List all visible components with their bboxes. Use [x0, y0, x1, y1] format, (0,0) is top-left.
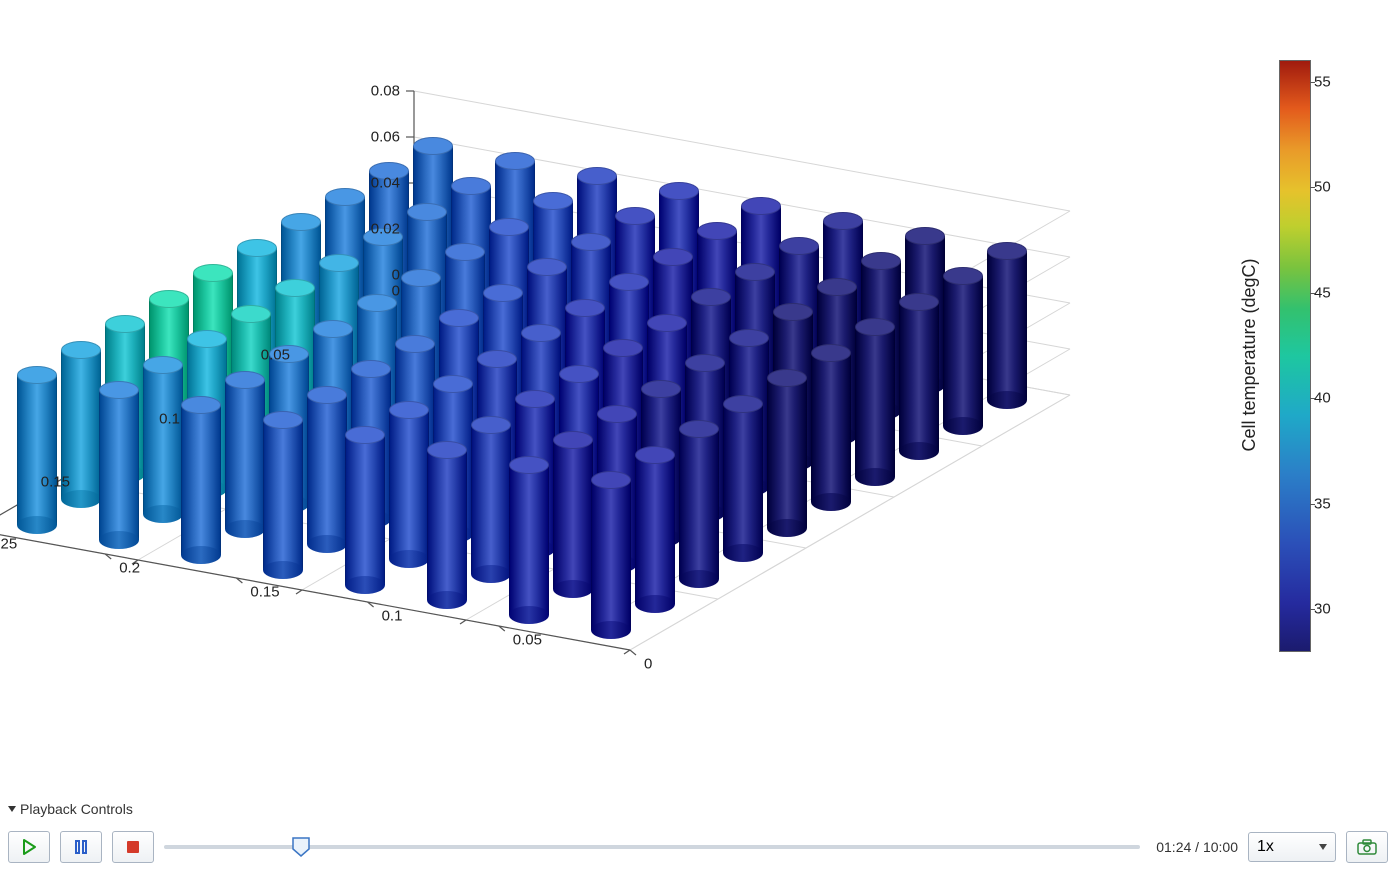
snapshot-button[interactable] [1346, 831, 1388, 863]
colorbar-tick: 45 [1314, 284, 1331, 301]
colorbar-tick: 35 [1314, 495, 1331, 512]
chevron-down-icon [8, 806, 16, 812]
colorbar-tick: 40 [1314, 390, 1331, 407]
playback-header[interactable]: Playback Controls [8, 801, 1388, 817]
axis-tick-label: 0.15 [41, 474, 70, 491]
axis-tick-label: 0.1 [159, 410, 180, 427]
current-time: 01:24 [1156, 839, 1191, 855]
chart-3d-area[interactable]: 00.020.040.060.0800.050.10.150.20.250.20… [0, 0, 1396, 760]
speed-label: 1x [1257, 838, 1274, 856]
axis-tick-label: 0.15 [250, 584, 279, 601]
axis-tick-label: 0.2 [119, 560, 140, 577]
playback-title: Playback Controls [20, 801, 133, 817]
axis-tick-label: 0.02 [371, 221, 400, 238]
axis-tick-label: 0.1 [382, 608, 403, 625]
colorbar-tick: 50 [1314, 179, 1331, 196]
stop-button[interactable] [112, 831, 154, 863]
colorbar-label: Cell temperature (degC) [1239, 258, 1260, 451]
colorbar-gradient [1280, 61, 1310, 651]
axis-tick-label: 0.05 [513, 632, 542, 649]
axis-tick-label: 0.05 [261, 346, 290, 363]
axis-tick-label: 0.04 [371, 175, 400, 192]
axis-tick-label: 0.08 [371, 83, 400, 100]
axis-tick-label: 0 [644, 656, 652, 673]
speed-dropdown[interactable]: 1x [1248, 832, 1336, 862]
colorbar-tick: 55 [1314, 74, 1331, 91]
time-slider-thumb[interactable] [292, 837, 310, 857]
time-slider[interactable] [164, 836, 1140, 858]
colorbar: 303540455055 [1279, 60, 1311, 652]
axis-tick-label: 0.06 [371, 129, 400, 146]
axis-tick-label: 0 [392, 283, 400, 300]
chevron-down-icon [1319, 844, 1327, 850]
colorbar-tick: 30 [1314, 600, 1331, 617]
axis-tick-label: 0 [392, 267, 400, 284]
playback-panel: Playback Controls 01:24 / 10:00 1x [8, 801, 1388, 863]
pause-button[interactable] [60, 831, 102, 863]
axis-tick-label: 0.25 [0, 536, 17, 553]
total-time: 10:00 [1203, 839, 1238, 855]
time-display: 01:24 / 10:00 [1156, 839, 1238, 855]
play-button[interactable] [8, 831, 50, 863]
